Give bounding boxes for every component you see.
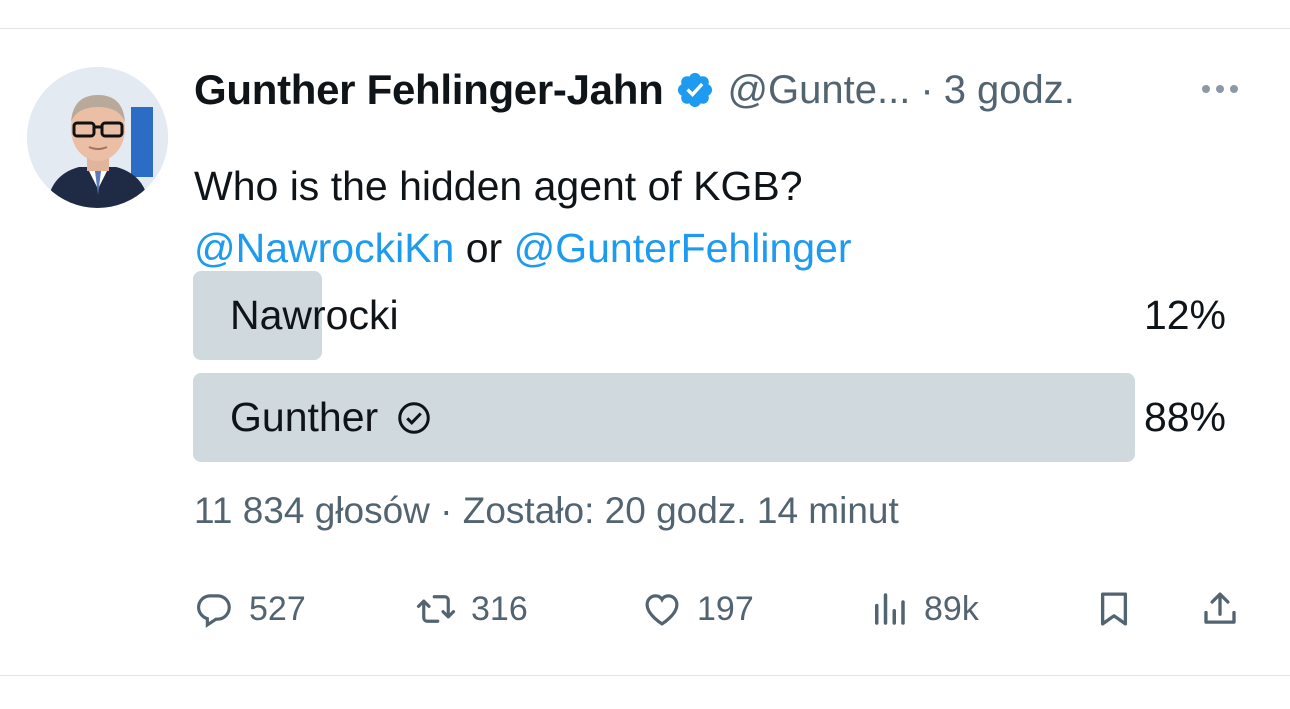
mention-link[interactable]: @NawrockiKn [194,225,454,271]
check-circle-icon [398,401,430,434]
tweet-timestamp[interactable]: 3 godz. [944,68,1075,113]
poll-meta: 11 834 głosów · Zostało: 20 godz. 14 min… [194,490,899,531]
poll-option-nawrocki: Nawrocki 12% [193,271,1226,360]
verified-badge-icon[interactable] [675,70,715,110]
poll-option-text: Gunther [230,394,379,440]
header-separator: · [920,67,934,112]
poll-option-label: Nawrocki [230,271,399,360]
share-button[interactable] [1199,584,1241,634]
reply-icon [197,594,231,628]
retweet-count: 316 [471,589,528,628]
views-count: 89k [924,589,979,628]
author-name[interactable]: Gunther Fehlinger-Jahn [194,66,664,114]
views-icon [875,593,905,625]
tweet-header: Gunther Fehlinger-Jahn @Gunte... · 3 god… [194,65,1264,115]
views-button[interactable]: 89k [868,584,979,634]
retweet-icon [416,595,456,623]
reply-count: 527 [249,589,306,628]
tweet-text-line: Who is the hidden agent of KGB? [194,163,803,209]
poll-option-label: Gunther [230,373,432,462]
poll-option-percent: 88% [1143,394,1226,440]
share-icon [1204,592,1236,624]
more-options-icon[interactable] [1190,67,1250,111]
heart-icon [645,594,679,626]
action-bar: 527 316 197 89k [193,584,1258,634]
like-count: 197 [697,589,754,628]
bookmark-icon [1100,592,1128,626]
retweet-button[interactable]: 316 [415,584,528,634]
poll-option-gunther: Gunther 88% [193,373,1226,462]
tweet-card[interactable]: Gunther Fehlinger-Jahn @Gunte... · 3 god… [0,28,1290,676]
poll-option-percent: 12% [1143,292,1226,338]
tweet-text-mentions: @NawrockiKn or @GunterFehlinger [194,217,1254,279]
mention-connector: or [454,225,514,271]
poll-option-text: Nawrocki [230,292,399,338]
reply-button[interactable]: 527 [193,584,306,634]
avatar-image [27,67,168,208]
like-button[interactable]: 197 [641,584,754,634]
avatar[interactable] [27,67,168,208]
tweet-text: Who is the hidden agent of KGB? @Nawrock… [194,155,1254,279]
mention-link[interactable]: @GunterFehlinger [514,225,852,271]
bookmark-button[interactable] [1093,584,1135,634]
author-handle[interactable]: @Gunte... [727,68,910,113]
